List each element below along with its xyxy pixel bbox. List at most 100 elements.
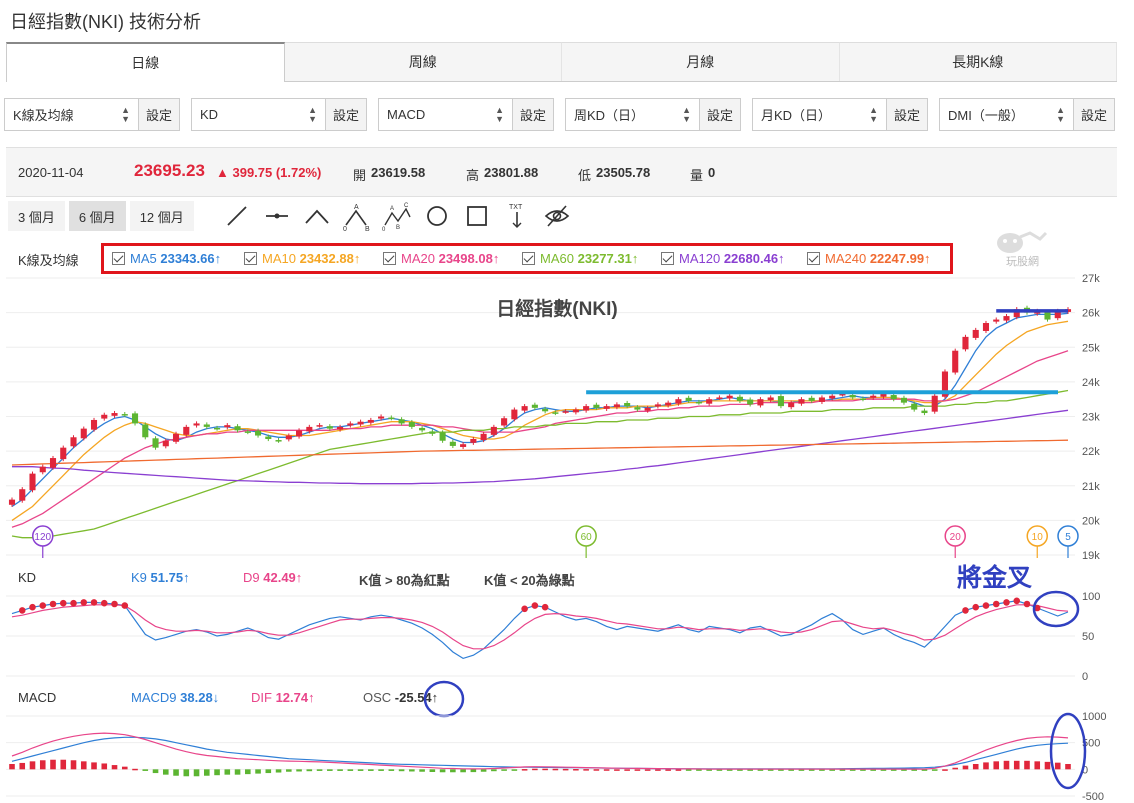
kd-red-dot xyxy=(992,600,1000,608)
osc-bar xyxy=(214,769,220,776)
checkbox-ma5[interactable] xyxy=(112,252,125,265)
osc-bar xyxy=(50,759,56,770)
candle-body xyxy=(829,395,836,399)
ma-line-ma20 xyxy=(11,350,1069,528)
candle-body xyxy=(654,404,661,407)
select-monthly-kd[interactable]: 月KD（日） ▲ ▼ xyxy=(752,98,886,131)
macd-line-dif xyxy=(11,732,1069,770)
settings-button-weekly-kd[interactable]: 設定 xyxy=(699,98,741,131)
select-k-ma-value: K線及均線 xyxy=(13,108,74,123)
ma-item-ma20[interactable]: MA20 23498.08↑ xyxy=(383,251,499,266)
candle-body xyxy=(449,441,456,446)
horizontal-line-icon[interactable] xyxy=(262,201,292,231)
text-tool-icon[interactable]: TXT xyxy=(502,201,532,231)
y-tick-label: 1000 xyxy=(1082,711,1106,723)
candle-body xyxy=(460,444,467,447)
osc-bar xyxy=(532,768,538,771)
osc-bar xyxy=(142,769,149,771)
macd-chart[interactable]: 10005000-500 xyxy=(0,710,1134,803)
tab-monthly[interactable]: 月線 xyxy=(562,42,840,81)
candle-body xyxy=(747,399,754,405)
osc-bar xyxy=(173,769,179,776)
range-3m-button[interactable]: 3 個月 xyxy=(8,201,65,231)
ma-item-ma240[interactable]: MA240 22247.99↑ xyxy=(807,251,931,266)
checkbox-ma60[interactable] xyxy=(522,252,535,265)
osc-bar xyxy=(378,769,384,771)
ma5-name: MA5 xyxy=(130,251,157,266)
candle-body xyxy=(224,425,231,428)
select-arrows-icon: ▲ ▼ xyxy=(682,104,691,124)
candle-body xyxy=(972,329,979,338)
settings-button-macd[interactable]: 設定 xyxy=(512,98,554,131)
osc-bar xyxy=(552,768,559,771)
ma5-value: 23343.66↑ xyxy=(160,251,222,266)
select-dmi-value: DMI（一般） xyxy=(948,108,1024,123)
settings-button-k-ma[interactable]: 設定 xyxy=(138,98,180,131)
candle-body xyxy=(234,426,241,431)
candle-body xyxy=(172,433,180,442)
ma-item-ma5[interactable]: MA5 23343.66↑ xyxy=(112,251,221,266)
select-macd[interactable]: MACD ▲ ▼ xyxy=(378,98,512,131)
range-12m-button[interactable]: 12 個月 xyxy=(129,201,194,231)
candle-body xyxy=(275,440,282,442)
checkbox-ma240[interactable] xyxy=(807,252,820,265)
page-title: 日經指數(NKI) 技術分析 xyxy=(10,12,201,32)
osc-bar xyxy=(470,769,477,773)
quote-date: 2020-11-04 xyxy=(18,165,84,180)
candle-body xyxy=(378,416,385,419)
tab-long-term[interactable]: 長期K線 xyxy=(839,42,1117,81)
osc-bar xyxy=(962,765,969,770)
ma-panel-label: K線及均線 xyxy=(18,253,79,268)
ma-legend-bar: K線及均線 MA5 23343.66↑ MA10 23432.88↑ MA20 … xyxy=(0,231,1134,274)
candle-body xyxy=(531,404,538,408)
osc-bar xyxy=(1003,760,1010,770)
candle-body xyxy=(131,413,139,424)
ma-item-ma60[interactable]: MA60 23277.31↑ xyxy=(522,251,638,266)
k9-value: 51.75↑ xyxy=(150,570,190,585)
rectangle-tool-icon[interactable] xyxy=(462,201,492,231)
select-dmi[interactable]: DMI（一般） ▲ ▼ xyxy=(939,98,1073,131)
circle-tool-icon[interactable] xyxy=(422,201,452,231)
tab-weekly[interactable]: 周線 xyxy=(284,42,562,81)
osc-bar xyxy=(983,762,989,770)
quote-bar: 2020-11-04 23695.23 ▲ 399.75 (1.72%) 開 2… xyxy=(6,147,1117,197)
candle-body xyxy=(152,438,159,448)
range-6m-button[interactable]: 6 個月 xyxy=(68,201,126,231)
wave-label-b: B xyxy=(365,226,370,231)
abc-wave-icon[interactable]: A 0 B xyxy=(342,201,372,231)
candle-body xyxy=(101,414,108,419)
settings-button-kd[interactable]: 設定 xyxy=(325,98,367,131)
candle-body xyxy=(193,423,200,426)
ma-highlight-box: MA5 23343.66↑ MA10 23432.88↑ MA20 23498.… xyxy=(101,243,953,274)
abcd-wave-icon[interactable]: A C 0 B xyxy=(382,201,412,231)
candle-body xyxy=(398,419,405,424)
tab-daily[interactable]: 日線 xyxy=(6,42,285,82)
select-kd[interactable]: KD ▲ ▼ xyxy=(191,98,325,131)
candle-body xyxy=(911,403,918,410)
select-weekly-kd[interactable]: 周KD（日） ▲ ▼ xyxy=(565,98,699,131)
angle-line-icon[interactable] xyxy=(302,201,332,231)
osc-bar xyxy=(675,769,682,771)
kd-red-dot xyxy=(39,602,47,609)
hide-drawings-icon[interactable] xyxy=(542,201,572,231)
kd-red-dot xyxy=(111,600,118,608)
select-k-ma[interactable]: K線及均線 ▲ ▼ xyxy=(4,98,138,131)
osc-bar xyxy=(942,769,948,771)
watermark-text: 玩股網 xyxy=(1006,254,1039,268)
trend-line-icon[interactable] xyxy=(222,201,252,231)
candle-body xyxy=(203,424,210,427)
checkbox-ma120[interactable] xyxy=(661,252,674,265)
checkbox-ma10[interactable] xyxy=(244,252,257,265)
checkbox-ma20[interactable] xyxy=(383,252,396,265)
candle-body xyxy=(255,430,262,436)
kd-chart[interactable]: 100 50 0 xyxy=(0,590,1134,685)
settings-button-monthly-kd[interactable]: 設定 xyxy=(886,98,928,131)
osc-bar xyxy=(993,761,1000,770)
candle-body xyxy=(29,473,36,491)
ma-item-ma10[interactable]: MA10 23432.88↑ xyxy=(244,251,360,266)
ma-item-ma120[interactable]: MA120 22680.46↑ xyxy=(661,251,785,266)
settings-button-dmi[interactable]: 設定 xyxy=(1073,98,1115,131)
range-buttons: 3 個月 6 個月 12 個月 xyxy=(8,201,194,231)
price-chart[interactable]: 日經指數(NKI) 27k 26k 25k 24k 23k 22k 21k 20k 19k 12… xyxy=(0,273,1134,563)
candle-body xyxy=(419,427,426,431)
